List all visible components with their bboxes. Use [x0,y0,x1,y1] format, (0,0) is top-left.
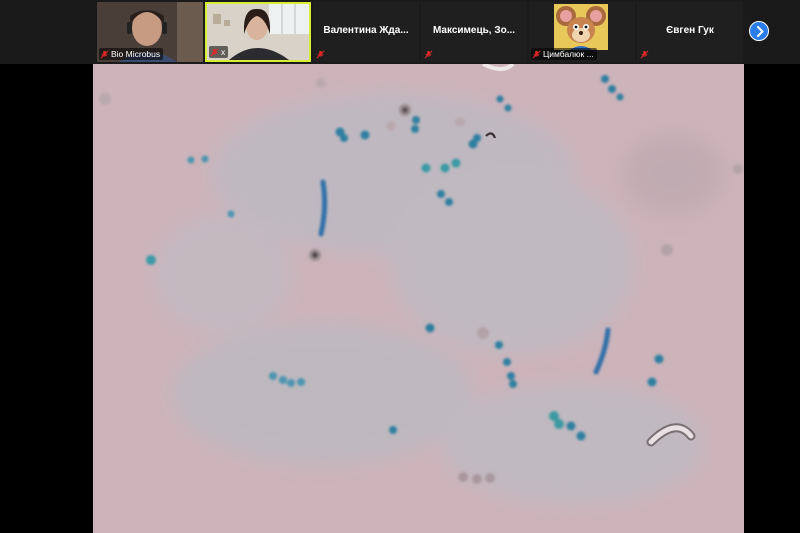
participant-name: Євген Гук [666,25,714,36]
mic-muted-icon[interactable] [100,50,109,59]
shared-screen [93,64,744,533]
microscope-slide-image [93,64,744,533]
mouse-cartoon-avatar [554,4,608,50]
participant-tile[interactable]: Євген Гук [637,2,743,62]
mic-muted-icon[interactable] [316,50,325,59]
mic-muted-icon[interactable] [532,50,541,59]
participant-name: Bio Microbus [111,49,161,59]
participant-name: Валентина Жда... [323,25,409,36]
mic-muted-icon[interactable] [424,50,433,59]
participant-strip: Bio Microbus x Валентина Жда... Максимец… [0,0,800,64]
participant-tile[interactable]: Валентина Жда... [313,2,419,62]
participant-tile[interactable]: Bio Microbus [97,2,203,62]
participant-tile[interactable]: Цимбалюк ... [529,2,635,62]
participant-name: Максимець, Зо... [432,25,516,36]
participant-tile[interactable]: Максимець, Зо... [421,2,527,62]
participant-name: x [221,47,226,57]
participant-name: Цимбалюк ... [543,49,594,59]
chevron-right-icon [757,26,764,37]
mic-muted-icon[interactable] [210,48,219,57]
participant-tile-active-speaker[interactable]: x [205,2,311,62]
mic-muted-icon[interactable] [640,50,649,59]
next-participants-button[interactable] [749,21,769,41]
